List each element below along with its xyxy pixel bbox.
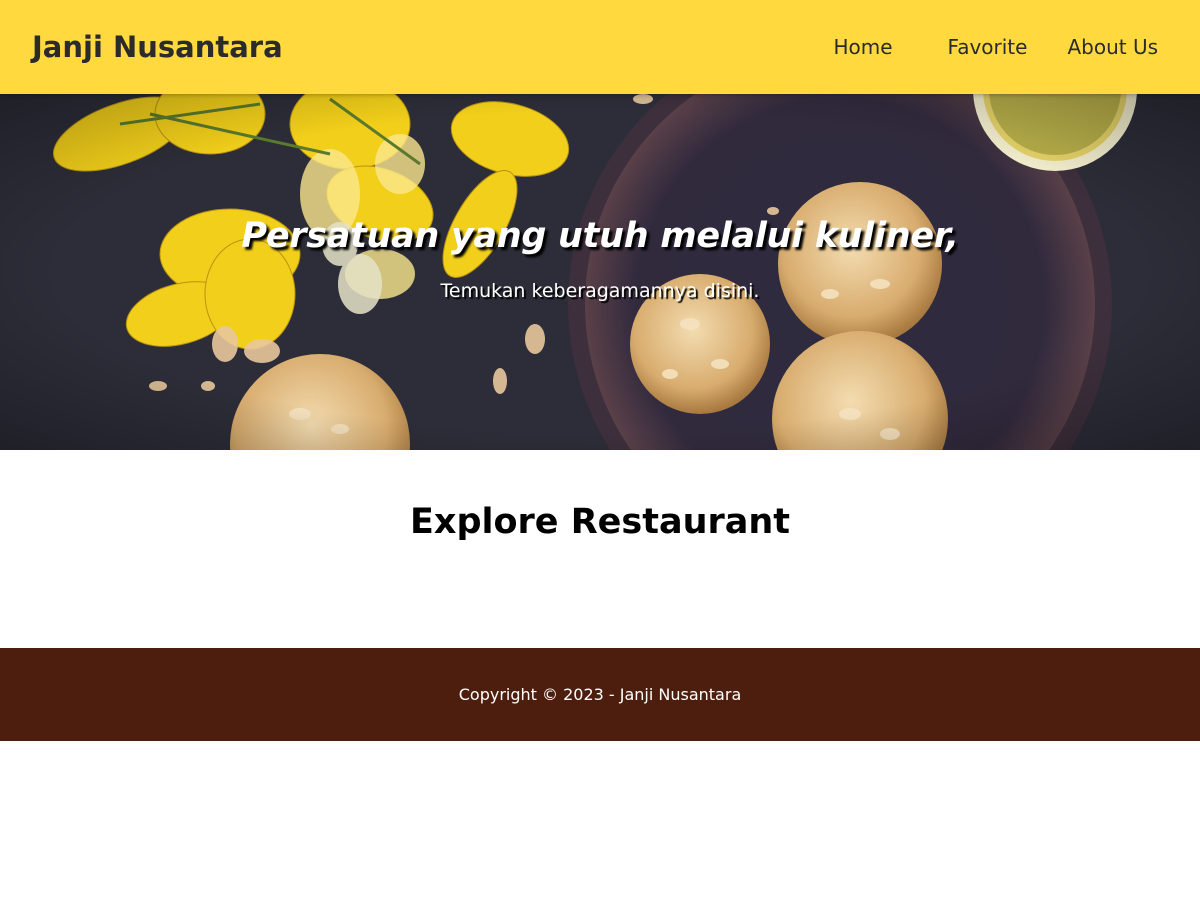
main-content: Explore Restaurant (0, 450, 1200, 648)
hero-banner: Persatuan yang utuh melalui kuliner, Tem… (0, 94, 1200, 450)
brand-logo-text[interactable]: Janji Nusantara (32, 30, 283, 64)
app-bar: Janji Nusantara Home Favorite About Us (0, 0, 1200, 94)
nav-favorite-link[interactable]: Favorite (928, 0, 1048, 94)
hero-title: Persatuan yang utuh melalui kuliner, (241, 216, 959, 256)
copyright-text: Copyright © 2023 - Janji Nusantara (458, 685, 742, 704)
hero-tagline: Temukan keberagamannya disini. (440, 280, 760, 302)
hero-text: Persatuan yang utuh melalui kuliner, Tem… (0, 94, 1200, 450)
footer: Copyright © 2023 - Janji Nusantara (0, 648, 1200, 741)
nav-home-link[interactable]: Home (813, 0, 927, 94)
nav-about-us-link[interactable]: About Us (1047, 0, 1178, 94)
explore-restaurant-heading: Explore Restaurant (409, 502, 791, 542)
main-nav: Home Favorite About Us (813, 0, 1178, 94)
